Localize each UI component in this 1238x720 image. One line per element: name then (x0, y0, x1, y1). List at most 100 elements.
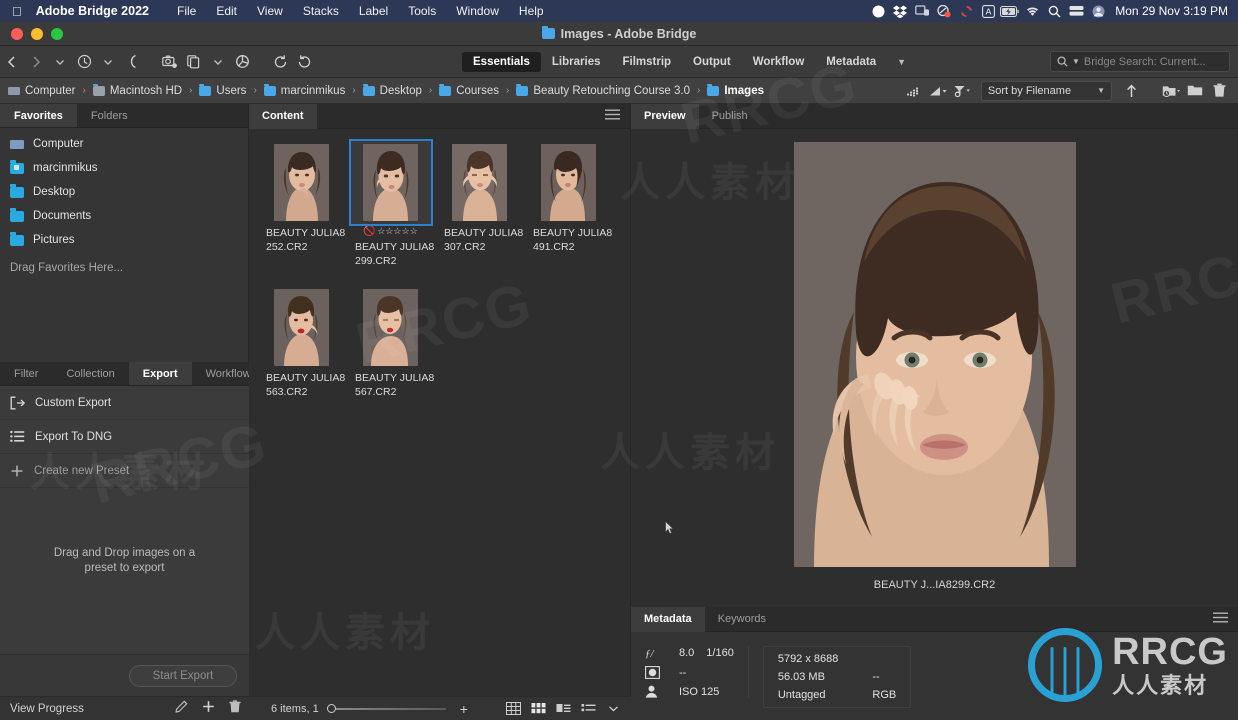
chevron-down-icon[interactable]: ▼ (1072, 57, 1080, 66)
breadcrumb-item-images[interactable]: Images (707, 83, 764, 97)
slider-knob[interactable] (326, 704, 336, 713)
menu-item-tools[interactable]: Tools (398, 4, 446, 18)
hamburger-menu-icon[interactable] (1213, 610, 1238, 628)
forward-arrow-icon[interactable] (24, 50, 48, 74)
workspace-tab-metadata[interactable]: Metadata (815, 52, 887, 72)
search-input[interactable]: ▼ Bridge Search: Current... (1050, 51, 1230, 72)
menu-item-stacks[interactable]: Stacks (293, 4, 349, 18)
thumbnail-image[interactable] (261, 286, 342, 369)
tab-folders[interactable]: Folders (77, 104, 142, 127)
recent-history-icon[interactable] (72, 50, 96, 74)
workspace-tab-libraries[interactable]: Libraries (541, 52, 612, 72)
list-view-icon[interactable] (580, 702, 596, 715)
thumbnail-image[interactable] (528, 141, 609, 224)
menu-item-help[interactable]: Help (509, 4, 554, 18)
record-icon[interactable] (867, 0, 889, 22)
tab-favorites[interactable]: Favorites (0, 104, 77, 127)
battery-icon[interactable] (999, 0, 1021, 22)
thumbnail-image[interactable] (350, 286, 431, 369)
edit-pencil-icon[interactable] (175, 699, 188, 718)
plus-icon[interactable]: + (460, 701, 468, 717)
tab-keywords[interactable]: Keywords (705, 607, 779, 632)
user-avatar-icon[interactable] (1087, 0, 1109, 22)
new-folder-icon[interactable] (1184, 80, 1206, 102)
rotate-counterclockwise-icon[interactable] (268, 50, 292, 74)
breadcrumb-item-desktop[interactable]: Desktop (362, 83, 422, 97)
breadcrumb-item-computer[interactable]: Computer (8, 85, 76, 97)
tab-collection[interactable]: Collection (52, 362, 128, 385)
workspace-tab-essentials[interactable]: Essentials (462, 51, 541, 72)
chevron-down-icon[interactable] (96, 50, 120, 74)
chevron-down-icon[interactable] (206, 50, 230, 74)
thumbnail-image[interactable] (348, 139, 433, 226)
workspace-tab-filmstrip[interactable]: Filmstrip (611, 52, 682, 72)
grid-view-icon[interactable] (505, 702, 521, 715)
breadcrumb-item-users[interactable]: Users (199, 83, 246, 97)
thumbnail-image[interactable] (439, 141, 520, 224)
thumbnail-image[interactable] (261, 141, 342, 224)
thumbnail-cell[interactable]: BEAUTY JULIA8 563.CR2 (257, 286, 346, 399)
menu-item-edit[interactable]: Edit (206, 4, 247, 18)
open-in-camera-raw-icon[interactable] (230, 50, 254, 74)
thumbnail-cell-selected[interactable]: 🚫 ☆☆☆☆☆ BEAUTY JULIA8 299.CR2 (346, 139, 435, 268)
rating-stars[interactable]: 🚫 ☆☆☆☆☆ (346, 225, 435, 238)
back-arrow-icon[interactable] (0, 50, 24, 74)
favorite-item-documents[interactable]: Documents (0, 204, 248, 228)
details-view-icon[interactable] (555, 702, 571, 715)
thumbnail-cell[interactable]: BEAUTY JULIA8 491.CR2 (524, 141, 613, 268)
workspace-tab-output[interactable]: Output (682, 52, 742, 72)
thumbnail-view-icon[interactable] (530, 702, 546, 715)
wifi-icon[interactable] (1021, 0, 1043, 22)
cleanmymac-icon[interactable] (933, 0, 955, 22)
filter-rating-dropdown-icon[interactable] (927, 80, 949, 102)
thumbnail-size-slider[interactable] (326, 704, 446, 713)
spotlight-search-icon[interactable] (1043, 0, 1065, 22)
app-name-label[interactable]: Adobe Bridge 2022 (36, 4, 167, 18)
favorite-item-pictures[interactable]: Pictures (0, 228, 248, 252)
thumbnail-cell[interactable]: BEAUTY JULIA8 252.CR2 (257, 141, 346, 268)
rotate-clockwise-icon[interactable] (292, 50, 316, 74)
chevron-down-icon[interactable] (605, 702, 621, 715)
chevron-down-icon[interactable] (48, 50, 72, 74)
filter-funnel-icon[interactable] (951, 80, 973, 102)
menu-item-window[interactable]: Window (446, 4, 509, 18)
favorite-item-desktop[interactable]: Desktop (0, 180, 248, 204)
breadcrumb-item-marcinmikus[interactable]: marcinmikus (263, 83, 345, 97)
thumbnail-cell[interactable]: BEAUTY JULIA8 307.CR2 (435, 141, 524, 268)
start-export-button[interactable]: Start Export (129, 664, 237, 687)
new-subfolder-icon[interactable] (1160, 80, 1182, 102)
delete-icon[interactable] (1208, 80, 1230, 102)
clock-label[interactable]: Mon 29 Nov 3:19 PM (1109, 4, 1238, 18)
export-preset-custom-export[interactable]: Custom Export (0, 386, 249, 420)
tab-publish[interactable]: Publish (699, 104, 761, 129)
export-preset-export-to-dng[interactable]: Export To DNG (0, 420, 249, 454)
sort-dropdown[interactable]: Sort by Filename ▼ (980, 80, 1112, 101)
plus-icon[interactable] (202, 700, 215, 718)
refine-icon[interactable] (182, 50, 206, 74)
hamburger-menu-icon[interactable] (605, 107, 630, 125)
breadcrumb-item-courses[interactable]: Courses (439, 83, 499, 97)
menu-item-file[interactable]: File (167, 4, 206, 18)
apple-icon[interactable]:  (0, 5, 36, 18)
create-new-preset-button[interactable]: Create new Preset (0, 454, 249, 488)
sort-ascending-icon[interactable] (1120, 80, 1142, 102)
thumbnail-cell[interactable]: BEAUTY JULIA8 567.CR2 (346, 286, 435, 399)
favorite-item-computer[interactable]: Computer (0, 132, 248, 156)
no-rating-icon[interactable]: 🚫 (363, 226, 375, 237)
star-rating[interactable]: ☆☆☆☆☆ (377, 226, 417, 237)
workspace-tab-workflow[interactable]: Workflow (742, 52, 816, 72)
menu-item-label[interactable]: Label (349, 4, 398, 18)
filter-rating-icon[interactable] (903, 80, 925, 102)
timemachine-icon[interactable] (1065, 0, 1087, 22)
dropbox-icon[interactable] (889, 0, 911, 22)
chevron-down-icon[interactable]: ▼ (887, 57, 916, 67)
screen-lock-icon[interactable] (911, 0, 933, 22)
sync-icon[interactable] (955, 0, 977, 22)
boomerang-icon[interactable] (120, 50, 144, 74)
preview-image[interactable] (793, 142, 1076, 567)
slider-track[interactable] (335, 707, 446, 710)
trash-icon[interactable] (229, 699, 241, 718)
tab-export[interactable]: Export (128, 362, 192, 385)
get-photos-from-camera-icon[interactable] (158, 50, 182, 74)
breadcrumb-item-beauty-retouching-course[interactable]: Beauty Retouching Course 3.0 (516, 83, 690, 97)
